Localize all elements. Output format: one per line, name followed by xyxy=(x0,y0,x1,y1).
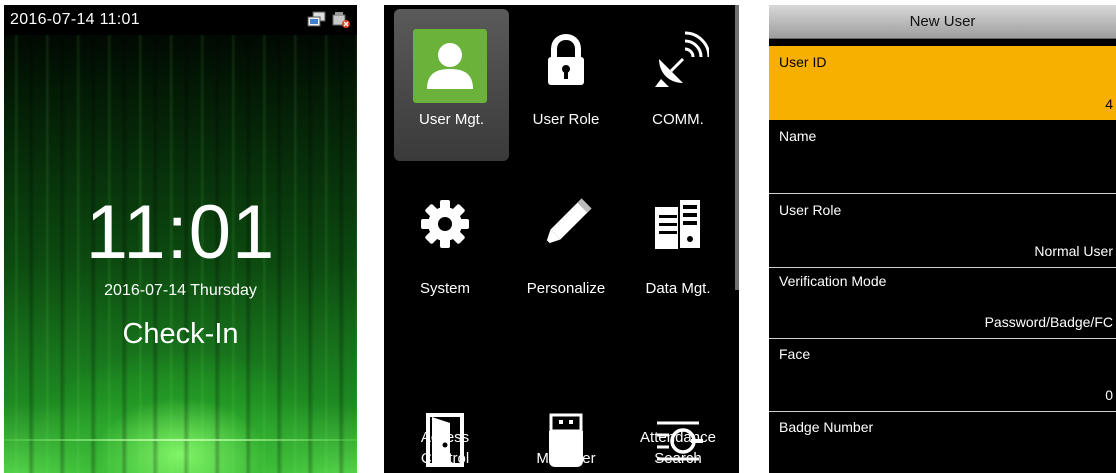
pencil-icon xyxy=(535,193,597,255)
server-icon xyxy=(647,193,709,255)
date-weekday: 2016-07-14 Thursday xyxy=(104,282,257,299)
network-icon xyxy=(307,11,327,29)
standby-screen: 2016-07-14 11:01 11:01 2016-07-14 Thursd… xyxy=(4,5,357,473)
menu-item-label: Personalize xyxy=(526,280,606,297)
field-badge-number[interactable]: Badge Number xyxy=(769,411,1116,473)
lock-icon xyxy=(535,29,597,91)
field-label: Verification Mode xyxy=(779,273,887,289)
menu-item-label: USB Manager xyxy=(536,429,596,467)
field-label: Face xyxy=(779,346,811,362)
field-value: Normal User xyxy=(1034,243,1113,259)
new-user-screen: New User User ID 4 Name User Role Normal… xyxy=(769,5,1116,473)
floor-glow xyxy=(4,439,357,441)
menu-item-label: Access Control xyxy=(420,429,470,467)
menu-item-label: User Mgt. xyxy=(418,111,484,128)
menu-item-personalize[interactable]: Personalize xyxy=(510,173,622,323)
field-face[interactable]: Face 0 xyxy=(769,338,1116,412)
main-menu-screen: User Mgt. User Role COMM. System Persona… xyxy=(384,5,739,473)
user-icon xyxy=(413,29,487,103)
field-label: Badge Number xyxy=(779,419,874,435)
menu-item-user-mgt[interactable]: User Mgt. xyxy=(384,9,509,161)
field-value: 4 xyxy=(1105,96,1113,112)
menu-item-data-mgt[interactable]: Data Mgt. xyxy=(622,173,734,323)
gear-icon xyxy=(414,193,476,255)
menu-item-system[interactable]: System xyxy=(384,173,506,323)
field-label: Name xyxy=(779,128,817,144)
field-value: 0 xyxy=(1105,387,1113,403)
field-label: User ID xyxy=(779,54,827,70)
menu-item-usb-manager[interactable]: USB Manager xyxy=(510,323,622,473)
menu-item-label: Attendance Search xyxy=(640,429,716,467)
clock-time: 11:01 xyxy=(85,190,276,275)
menu-item-user-role[interactable]: User Role xyxy=(510,9,622,159)
usb-icon xyxy=(331,11,351,29)
status-bar: 2016-07-14 11:01 xyxy=(4,5,357,35)
menu-item-access-control[interactable]: Access Control xyxy=(384,323,506,473)
menu-scrollbar[interactable] xyxy=(735,5,739,290)
menu-item-label: System xyxy=(419,280,470,297)
attendance-state[interactable]: Check-In xyxy=(4,318,357,351)
satellite-icon xyxy=(647,29,711,91)
field-user-role[interactable]: User Role Normal User xyxy=(769,194,1116,268)
menu-item-label: COMM. xyxy=(652,111,704,128)
menu-item-comm[interactable]: COMM. xyxy=(622,9,734,159)
menu-item-label: Data Mgt. xyxy=(645,280,711,297)
menu-item-label: User Role xyxy=(532,111,600,128)
field-verification-mode[interactable]: Verification Mode Password/Badge/FC xyxy=(769,265,1116,339)
field-user-id[interactable]: User ID 4 xyxy=(769,46,1116,120)
menu-item-attendance-search[interactable]: Attendance Search xyxy=(622,323,734,473)
field-label: User Role xyxy=(779,202,842,218)
field-value: Password/Badge/FC xyxy=(984,314,1113,330)
field-name[interactable]: Name xyxy=(769,120,1116,194)
status-datetime: 2016-07-14 11:01 xyxy=(10,11,140,28)
page-title: New User xyxy=(769,5,1116,39)
